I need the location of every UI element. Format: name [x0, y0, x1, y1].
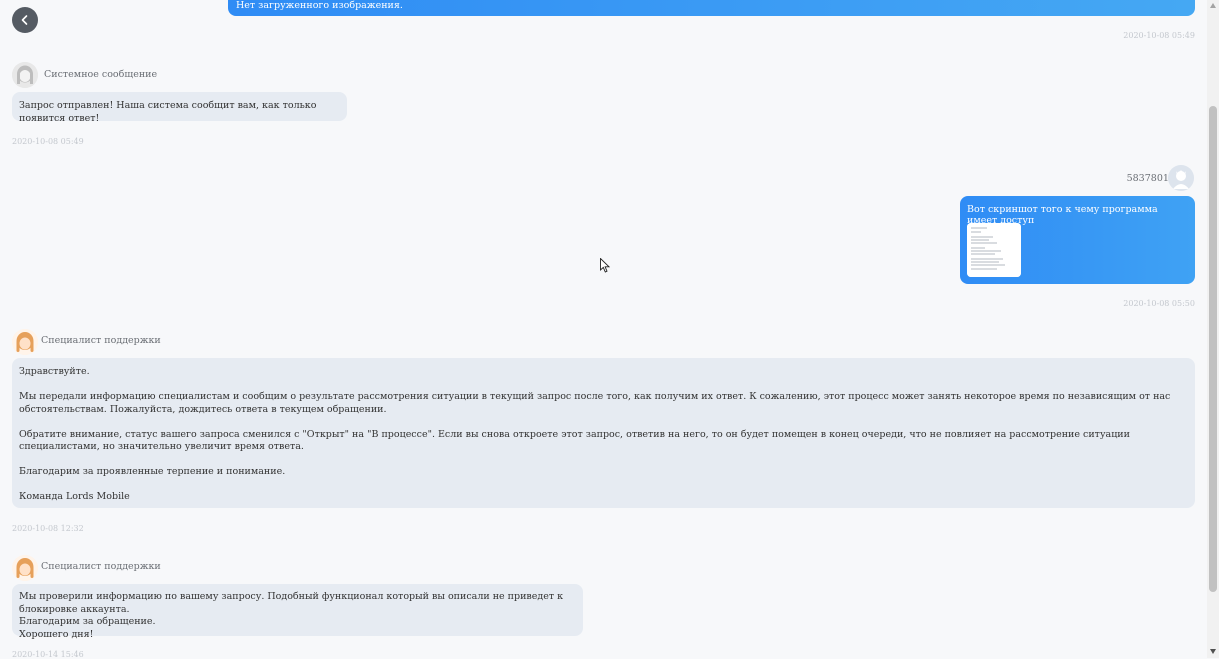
vertical-scrollbar[interactable] — [1207, 0, 1219, 658]
sender-name: Специалист поддержки — [41, 561, 161, 572]
support-girl-icon — [12, 555, 38, 581]
crown-user-icon — [1168, 165, 1194, 191]
user-message-bubble: Вот скриншот того к чему программа имеет… — [960, 196, 1195, 284]
user-avatar — [1168, 165, 1194, 191]
sender-name: Специалист поддержки — [41, 335, 161, 346]
message-text: Нет загруженного изображения. — [236, 0, 403, 11]
message-text: Запрос отправлен! Наша система сообщит в… — [19, 100, 317, 124]
message-paragraph: Команда Lords Mobile — [19, 491, 130, 502]
support-message-bubble: Мы проверили информацию по вашему запрос… — [12, 584, 583, 640]
girl-avatar-icon — [12, 62, 38, 88]
support-avatar — [12, 555, 38, 581]
scroll-down-icon[interactable] — [1210, 649, 1216, 654]
scrollbar-thumb[interactable] — [1209, 106, 1217, 592]
document-preview-icon — [967, 223, 1021, 277]
back-button[interactable] — [12, 7, 38, 33]
message-timestamp: 2020-10-08 12:32 — [12, 524, 84, 533]
support-avatar — [12, 329, 38, 355]
scroll-up-icon[interactable] — [1210, 3, 1216, 8]
sender-name: Системное сообщение — [44, 69, 158, 80]
support-message-bubble: Здравствуйте. Мы передали информацию спе… — [12, 358, 1195, 508]
message-line: Хорошего дня! — [19, 628, 94, 640]
message-timestamp: 2020-10-08 05:49 — [12, 137, 84, 146]
chevron-left-icon — [21, 15, 28, 25]
system-message-bubble: Запрос отправлен! Наша система сообщит в… — [12, 92, 347, 124]
message-paragraph: Обратите внимание, статус вашего запроса… — [19, 428, 1130, 453]
support-girl-icon — [12, 329, 38, 355]
mouse-cursor-icon — [600, 258, 610, 273]
previous-message-bubble: Нет загруженного изображения. — [228, 0, 1195, 16]
message-paragraph: Благодарим за проявленные терпение и пон… — [19, 466, 286, 477]
message-paragraph: Здравствуйте. — [19, 366, 90, 377]
message-timestamp: 2020-10-08 05:49 — [1123, 31, 1195, 40]
message-line: Благодарим за обращение. — [19, 616, 156, 627]
message-timestamp: 2020-10-08 05:50 — [1123, 299, 1195, 308]
system-avatar — [12, 62, 38, 88]
message-paragraph: Мы передали информацию специалистам и со… — [19, 391, 1171, 415]
message-line: Мы проверили информацию по вашему запрос… — [19, 591, 564, 615]
screenshot-thumbnail[interactable] — [967, 223, 1021, 277]
